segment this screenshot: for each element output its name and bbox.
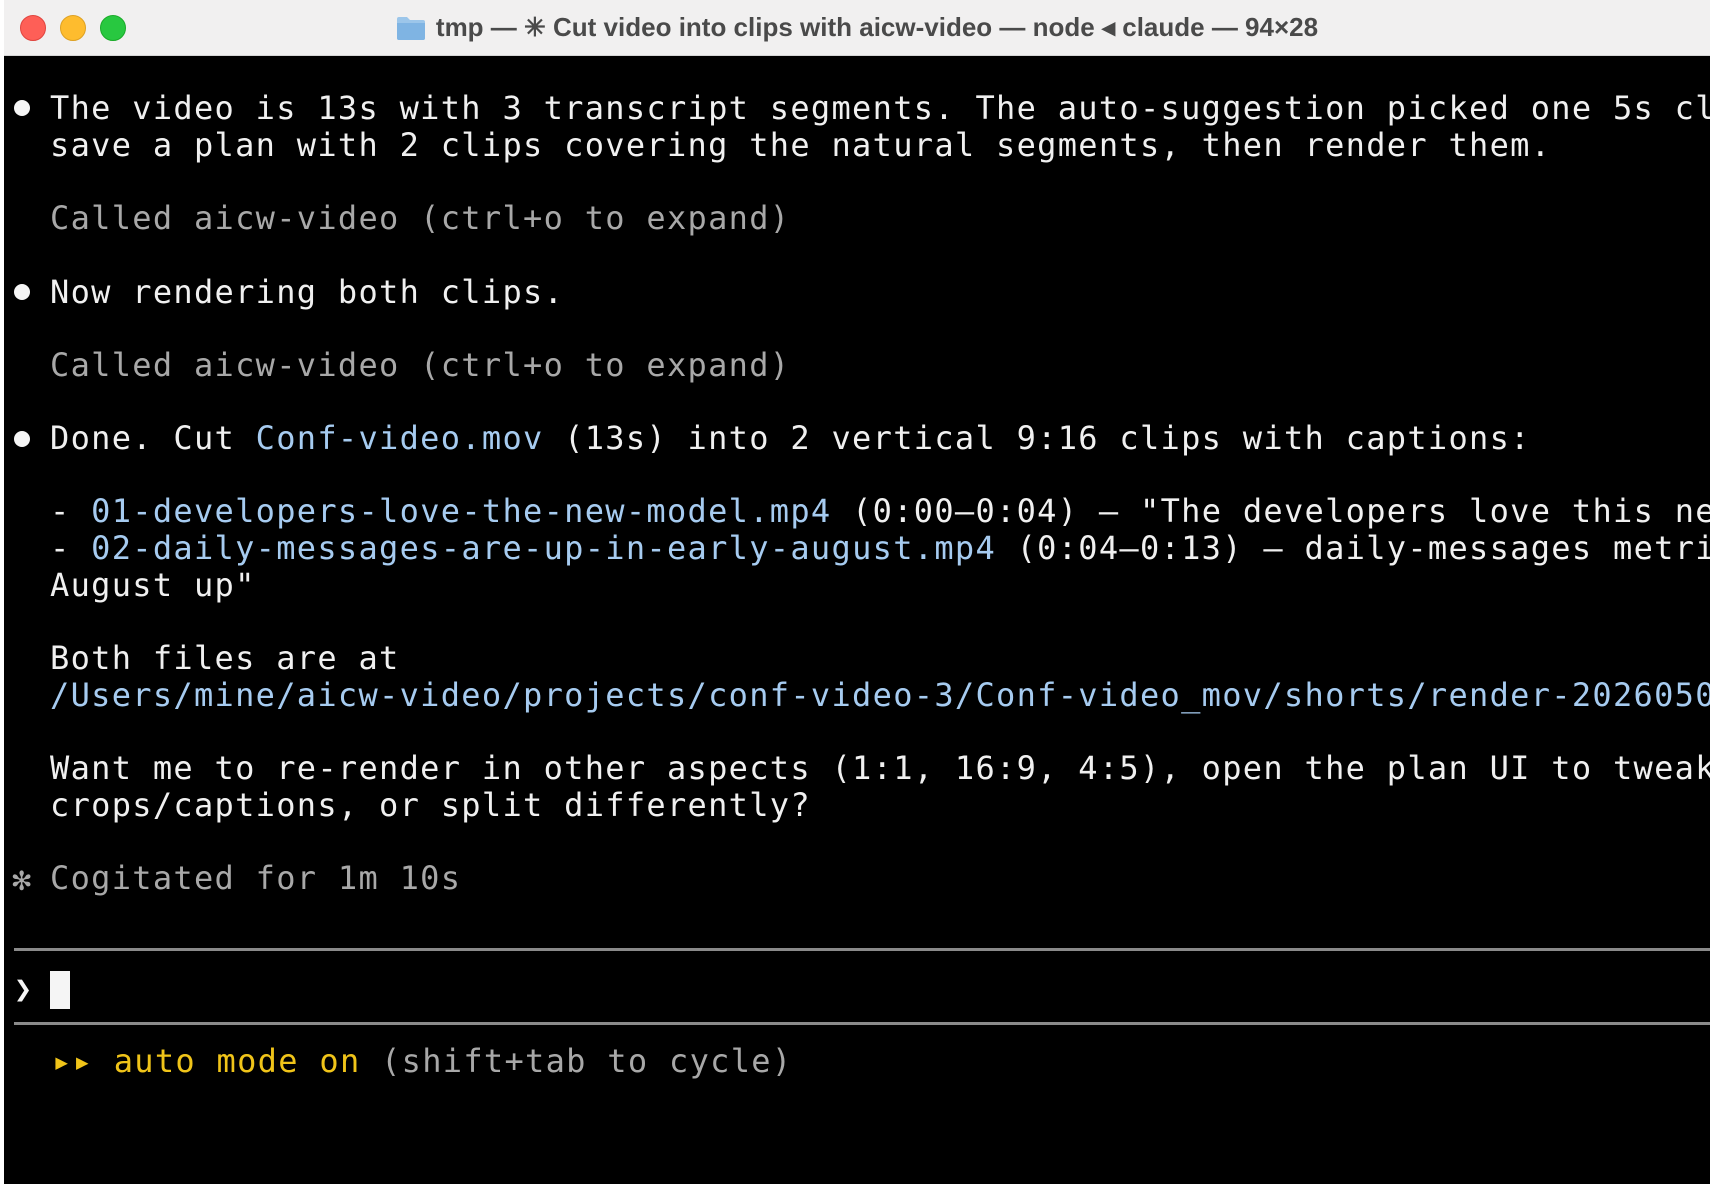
fast-forward-icon: ▸▸ — [52, 1042, 94, 1080]
title-bar[interactable]: tmp — ✳ Cut video into clips with aicw-v… — [4, 0, 1710, 56]
clip-description: (0:00–0:04) — "The developers love this … — [852, 492, 1710, 530]
list-dash: - — [50, 529, 92, 567]
window-title-area: tmp — ✳ Cut video into clips with aicw-v… — [4, 0, 1710, 55]
message-text: crops/captions, or split differently? — [50, 786, 811, 824]
clip-description-continued: August up" — [50, 566, 256, 604]
mode-label: auto mode on — [113, 1042, 361, 1080]
tool-call-collapsed[interactable]: Called aicw-video (ctrl+o to expand) — [50, 198, 790, 238]
message-text: save a plan with 2 clips covering the na… — [50, 126, 1552, 164]
output-path-link[interactable]: /Users/mine/aicw-video/projects/conf-vid… — [50, 676, 1710, 714]
message-text: Done. Cut Conf-video.mov (13s) into 2 ve… — [50, 418, 1531, 458]
terminal-window: tmp — ✳ Cut video into clips with aicw-v… — [4, 0, 1710, 1184]
clip-list-item: - 01-developers-love-the-new-model.mp4 (… — [50, 491, 1710, 531]
prompt-input-cursor[interactable] — [50, 971, 70, 1009]
message-text: Both files are at — [50, 639, 400, 677]
clip-file-link[interactable]: 01-developers-love-the-new-model.mp4 — [91, 492, 831, 530]
prompt-divider-bottom — [14, 1022, 1710, 1025]
status-spinner-icon: ✻ — [12, 860, 33, 898]
message-text: Now rendering both clips. — [50, 273, 565, 311]
message-bullet-icon — [14, 431, 30, 447]
clip-list-item: - 02-daily-messages-are-up-in-early-augu… — [50, 528, 1710, 568]
message-text-part: (13s) into 2 vertical 9:16 clips with ca… — [543, 419, 1531, 457]
clip-description: (0:04–0:13) — daily-messages metric + "e… — [1016, 529, 1710, 567]
status-text: Cogitated for 1m 10s — [50, 859, 462, 897]
message-text: Want me to re-render in other aspects (1… — [50, 749, 1710, 787]
prompt-divider-top — [14, 948, 1710, 951]
mode-indicator[interactable]: ▸▸ auto mode on (shift+tab to cycle) — [52, 1041, 792, 1081]
message-text: The video is 13s with 3 transcript segme… — [50, 89, 1710, 127]
tool-call-collapsed[interactable]: Called aicw-video (ctrl+o to expand) — [50, 345, 790, 385]
output-path-line: /Users/mine/aicw-video/projects/conf-vid… — [50, 675, 1710, 715]
message-text-part: Done. Cut — [50, 419, 256, 457]
mode-hint: (shift+tab to cycle) — [360, 1042, 793, 1080]
clip-file-link[interactable]: 02-daily-messages-are-up-in-early-august… — [91, 529, 996, 567]
prompt-chevron-icon: ❯ — [14, 972, 34, 1007]
terminal-output[interactable]: The video is 13s with 3 transcript segme… — [4, 56, 1710, 1184]
list-dash: - — [50, 492, 92, 530]
source-file-link[interactable]: Conf-video.mov — [256, 419, 544, 457]
message-bullet-icon — [14, 284, 30, 300]
message-bullet-icon — [14, 100, 30, 116]
window-title: tmp — ✳ Cut video into clips with aicw-v… — [435, 12, 1319, 42]
folder-icon — [396, 16, 425, 40]
